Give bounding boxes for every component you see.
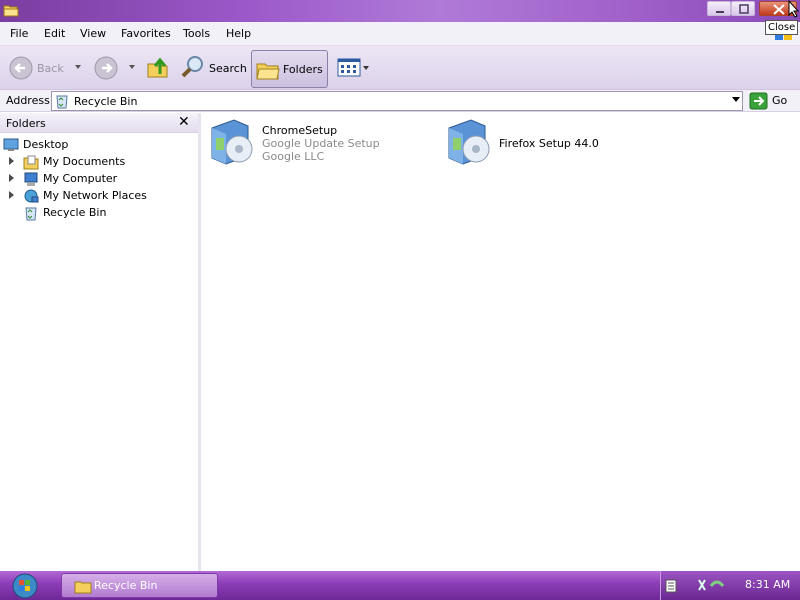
views-icon [337,58,369,77]
expand-arrow-icon[interactable] [9,157,14,165]
tree-item-label: My Documents [43,155,126,168]
file-list-area[interactable]: ChromeSetup Google Update Setup Google L… [204,113,800,571]
file-name: Firefox Setup 44.0 [499,137,599,150]
folders-toggle-button[interactable]: Folders [251,50,328,88]
expand-arrow-icon[interactable] [9,191,14,199]
recycle-bin-icon [25,207,37,221]
mouse-cursor-icon [788,0,800,18]
keyboard-icon[interactable] [665,579,677,593]
back-label: Back [37,62,64,75]
maximize-button[interactable] [731,1,755,16]
menu-help[interactable]: Help [226,27,251,40]
folder-icon [74,581,92,594]
folders-pane: Folders ✕ Desktop My Documents My Comput… [0,113,201,571]
go-label: Go [772,94,788,107]
file-item-firefox-setup[interactable]: Firefox Setup 44.0 [445,116,645,168]
chevron-down-icon [129,65,135,69]
network-icon [24,189,39,203]
taskbar-button-label: Recycle Bin [94,579,158,592]
folders-pane-header: Folders ✕ [0,113,198,133]
address-value: Recycle Bin [74,95,138,108]
network-status-icon[interactable] [697,576,725,594]
search-label: Search [209,62,247,75]
minimize-button[interactable] [707,1,731,16]
taskbar: Recycle Bin 8:31 AM [0,571,800,600]
installer-icon [448,119,490,165]
folder-icon [256,63,280,80]
toolbar: Back Search Folders [0,46,800,90]
file-name: ChromeSetup [262,124,338,137]
folder-icon [3,5,19,17]
file-company: Google LLC [262,150,325,163]
menu-tools[interactable]: Tools [183,27,210,40]
up-folder-button[interactable] [145,54,171,82]
search-icon [181,56,203,78]
chevron-down-icon[interactable] [732,97,740,102]
start-button[interactable] [8,572,42,600]
search-button[interactable]: Search [180,54,247,82]
file-description: Google Update Setup [262,137,380,150]
folders-pane-title: Folders [6,117,46,130]
minimize-icon [716,11,724,13]
forward-button[interactable] [93,54,121,82]
forward-arrow-icon [94,56,118,80]
expand-arrow-icon[interactable] [9,174,14,182]
computer-icon [24,172,38,186]
tree-item-label: My Computer [43,172,118,185]
back-button[interactable]: Back [8,54,70,82]
tree-item-my-documents[interactable]: My Documents [23,154,173,170]
documents-folder-icon [23,155,39,170]
installer-icon [211,119,253,165]
menu-view[interactable]: View [80,27,106,40]
clock[interactable]: 8:31 AM [745,578,790,591]
tree-item-label: Recycle Bin [43,206,107,219]
system-tray: 8:31 AM [660,571,800,600]
taskbar-button-recycle-bin[interactable]: Recycle Bin [61,573,218,598]
close-icon[interactable]: ✕ [178,114,190,130]
menu-edit[interactable]: Edit [44,27,65,40]
go-button[interactable]: Go [748,91,798,111]
menu-favorites[interactable]: Favorites [121,27,171,40]
tree-item-recycle-bin[interactable]: Recycle Bin [23,205,173,221]
title-bar[interactable] [0,0,800,22]
menu-file[interactable]: File [10,27,28,40]
up-folder-icon [147,57,168,78]
file-item-chromesetup[interactable]: ChromeSetup Google Update Setup Google L… [208,116,408,168]
address-bar: Address Recycle Bin Go [0,90,800,112]
back-history-dropdown[interactable] [73,54,85,82]
tree-item-label: Desktop [23,138,69,151]
forward-history-dropdown[interactable] [127,54,139,82]
address-label: Address [6,94,50,107]
back-arrow-icon [9,56,33,80]
tree-item-my-network-places[interactable]: My Network Places [23,188,173,204]
tree-item-my-computer[interactable]: My Computer [23,171,173,187]
tree-item-label: My Network Places [43,189,147,202]
recycle-bin-icon [56,95,68,109]
menu-bar: File Edit View Favorites Tools Help [0,22,800,46]
tree-item-desktop[interactable]: Desktop [3,137,153,153]
folders-label: Folders [283,63,323,76]
views-button[interactable] [337,54,371,82]
close-tooltip: Close [765,20,799,35]
maximize-icon [739,4,749,14]
address-input[interactable]: Recycle Bin [51,91,743,111]
chevron-down-icon [75,65,81,69]
desktop-icon [3,138,19,151]
go-arrow-icon [749,92,768,110]
